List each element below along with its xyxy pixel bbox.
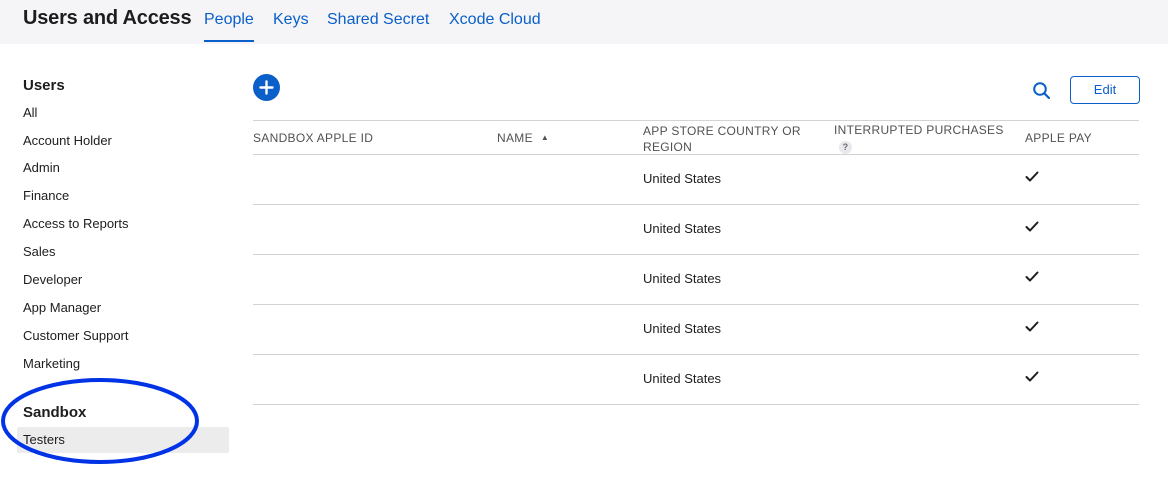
cell-country: United States xyxy=(643,221,722,236)
column-interrupted-purchases[interactable]: INTERRUPTED PURCHASES ? xyxy=(834,122,1004,154)
cell-country: United States xyxy=(643,171,722,186)
sidebar-item-account-holder[interactable]: Account Holder xyxy=(23,133,112,148)
table-row[interactable]: United States xyxy=(253,255,1139,305)
column-name[interactable]: NAME ▲ xyxy=(497,130,549,146)
search-icon xyxy=(1033,82,1051,100)
plus-circle-icon xyxy=(259,80,274,95)
column-app-store-country[interactable]: APP STORE COUNTRY OR REGION xyxy=(643,123,813,155)
sidebar-heading-users: Users xyxy=(23,77,65,94)
table-row[interactable]: United States xyxy=(253,305,1139,355)
edit-button[interactable]: Edit xyxy=(1070,76,1140,104)
add-tester-button[interactable] xyxy=(253,74,280,101)
page-title: Users and Access xyxy=(23,7,192,29)
checkmark-icon xyxy=(1025,221,1039,232)
tab-keys[interactable]: Keys xyxy=(273,11,309,29)
cell-country: United States xyxy=(643,321,722,336)
sidebar-item-customer-support[interactable]: Customer Support xyxy=(23,328,129,343)
checkmark-icon xyxy=(1025,371,1039,382)
search-button[interactable] xyxy=(1032,81,1052,101)
table-row[interactable]: United States xyxy=(253,355,1139,405)
sidebar-item-sales[interactable]: Sales xyxy=(23,244,56,259)
column-sandbox-apple-id[interactable]: SANDBOX APPLE ID xyxy=(253,130,373,146)
sidebar-item-admin[interactable]: Admin xyxy=(23,160,60,175)
tab-people[interactable]: People xyxy=(204,11,254,42)
column-apple-pay[interactable]: APPLE PAY xyxy=(1025,130,1092,146)
help-icon[interactable]: ? xyxy=(839,141,852,154)
sidebar-item-all[interactable]: All xyxy=(23,105,37,120)
checkmark-icon xyxy=(1025,271,1039,282)
sidebar-heading-sandbox: Sandbox xyxy=(23,404,87,421)
cell-country: United States xyxy=(643,371,722,386)
sidebar-item-testers[interactable]: Testers xyxy=(23,432,65,447)
testers-table: SANDBOX APPLE ID NAME ▲ APP STORE COUNTRY… xyxy=(253,120,1139,405)
sidebar-item-app-manager[interactable]: App Manager xyxy=(23,300,101,315)
sidebar-item-access-to-reports[interactable]: Access to Reports xyxy=(23,216,129,231)
checkmark-icon xyxy=(1025,171,1039,182)
sidebar-item-finance[interactable]: Finance xyxy=(23,188,69,203)
tab-xcode-cloud[interactable]: Xcode Cloud xyxy=(449,11,541,29)
table-row[interactable]: United States xyxy=(253,155,1139,205)
sidebar-item-marketing[interactable]: Marketing xyxy=(23,356,80,371)
sort-ascending-icon: ▲ xyxy=(540,133,550,142)
sidebar-item-developer[interactable]: Developer xyxy=(23,272,82,287)
checkmark-icon xyxy=(1025,321,1039,332)
table-row[interactable]: United States xyxy=(253,205,1139,255)
cell-country: United States xyxy=(643,271,722,286)
top-bar: Users and Access People Keys Shared Secr… xyxy=(0,0,1168,44)
table-header: SANDBOX APPLE ID NAME ▲ APP STORE COUNTRY… xyxy=(253,120,1139,155)
tab-shared-secret[interactable]: Shared Secret xyxy=(327,11,429,29)
